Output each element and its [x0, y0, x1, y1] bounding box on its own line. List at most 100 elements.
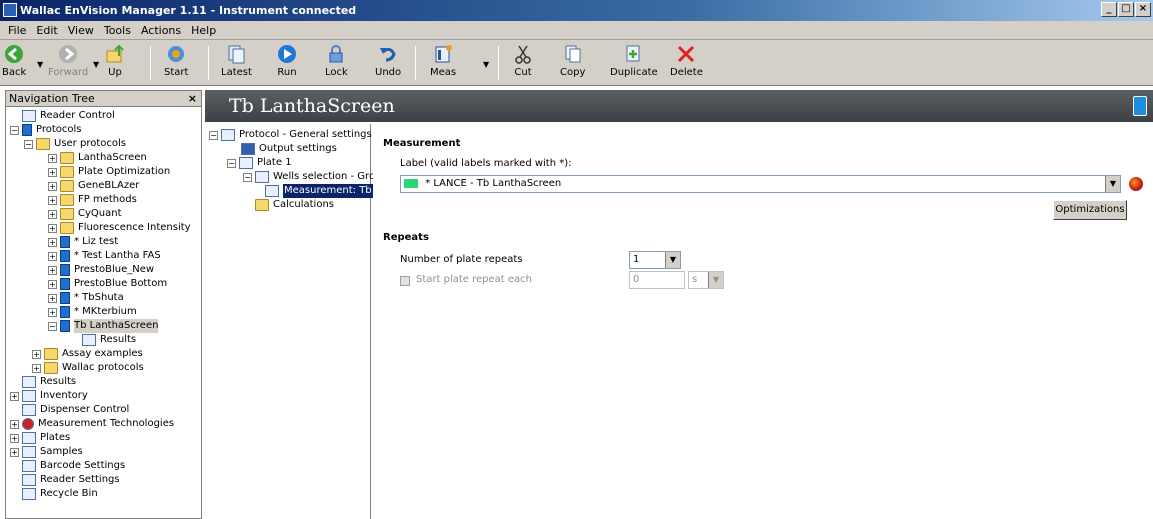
dispenser-icon: [22, 404, 36, 416]
start-repeat-input[interactable]: 0: [629, 271, 685, 289]
menu-tools[interactable]: Tools: [99, 24, 136, 37]
collapse-icon[interactable]: −: [243, 172, 252, 182]
start-button[interactable]: Start: [164, 43, 188, 83]
tree-item[interactable]: + * Liz test: [48, 235, 118, 249]
folder-icon: [60, 166, 74, 178]
forward-button[interactable]: Forward: [48, 43, 88, 83]
back-dropdown-icon[interactable]: ▼: [37, 60, 43, 69]
latest-button[interactable]: Latest: [221, 43, 252, 83]
expand-icon[interactable]: +: [48, 279, 57, 289]
expand-icon[interactable]: +: [48, 293, 57, 303]
menu-view[interactable]: View: [63, 24, 99, 37]
meas-button[interactable]: Meas: [430, 43, 456, 83]
tree-item[interactable]: + Plate Optimization: [48, 165, 170, 179]
recycle-bin-icon: [22, 488, 36, 500]
measurement-technology-icon[interactable]: [1129, 177, 1143, 191]
expand-icon[interactable]: +: [48, 209, 57, 219]
protocol-tree-item[interactable]: − Wells selection - Grou: [243, 170, 381, 184]
menu-help[interactable]: Help: [186, 24, 221, 37]
protocol-tree-item[interactable]: Calculations: [255, 198, 334, 212]
expand-icon[interactable]: +: [48, 153, 57, 163]
tree-item[interactable]: Results: [22, 375, 76, 389]
protocol-tree-item[interactable]: Output settings: [241, 142, 337, 156]
collapse-icon[interactable]: −: [48, 321, 57, 331]
expand-icon[interactable]: +: [48, 181, 57, 191]
expand-icon[interactable]: +: [48, 237, 57, 247]
close-nav-icon[interactable]: ×: [188, 91, 197, 106]
meas-dropdown-icon[interactable]: ▼: [483, 60, 489, 69]
lock-button[interactable]: Lock: [325, 43, 348, 83]
tree-item[interactable]: Recycle Bin: [22, 487, 98, 501]
tree-item[interactable]: + Inventory: [10, 389, 88, 403]
tree-item[interactable]: Dispenser Control: [22, 403, 129, 417]
tree-item[interactable]: + Measurement Technologies: [10, 417, 174, 431]
protocol-tree-item-selected[interactable]: Measurement: Tb: [265, 184, 373, 198]
expand-icon[interactable]: +: [48, 251, 57, 261]
expand-icon[interactable]: +: [10, 419, 19, 429]
duplicate-button[interactable]: Duplicate: [610, 43, 658, 83]
tree-item[interactable]: − Protocols: [10, 123, 82, 137]
delete-button[interactable]: Delete: [670, 43, 703, 83]
collapse-icon[interactable]: −: [209, 130, 218, 140]
plate-repeats-select[interactable]: 1 ▼: [629, 251, 681, 269]
tree-item[interactable]: + LanthaScreen: [48, 151, 147, 165]
tree-item[interactable]: Reader Control: [22, 109, 115, 123]
menu-actions[interactable]: Actions: [136, 24, 186, 37]
collapse-icon[interactable]: −: [10, 125, 19, 135]
expand-icon[interactable]: +: [32, 349, 41, 359]
tree-item[interactable]: + PrestoBlue_New: [48, 263, 154, 277]
expand-icon[interactable]: +: [48, 195, 57, 205]
menu-file[interactable]: File: [3, 24, 31, 37]
minimize-button[interactable]: _: [1101, 2, 1117, 17]
tree-item[interactable]: + GeneBLAzer: [48, 179, 139, 193]
expand-icon[interactable]: +: [48, 307, 57, 317]
expand-icon[interactable]: +: [48, 167, 57, 177]
start-repeat-label: Start plate repeat each: [416, 274, 533, 285]
protocol-tree-item[interactable]: − Protocol - General settings: [209, 128, 372, 142]
tree-item[interactable]: + Plates: [10, 431, 70, 445]
expand-icon[interactable]: +: [32, 363, 41, 373]
chevron-down-icon[interactable]: ▼: [665, 252, 680, 268]
protocol-icon: [60, 264, 70, 276]
undo-button[interactable]: Undo: [375, 43, 401, 83]
close-button[interactable]: ×: [1135, 2, 1151, 17]
back-button[interactable]: Back: [2, 43, 26, 83]
chevron-down-icon[interactable]: ▼: [708, 272, 723, 288]
cut-button[interactable]: Cut: [512, 43, 534, 83]
tree-item[interactable]: + * TbShuta: [48, 291, 124, 305]
tree-item[interactable]: + * MKterbium: [48, 305, 137, 319]
tree-item[interactable]: + Assay examples: [32, 347, 143, 361]
tree-item[interactable]: + Wallac protocols: [32, 361, 144, 375]
expand-icon[interactable]: +: [48, 223, 57, 233]
tree-item[interactable]: + Samples: [10, 445, 83, 459]
expand-icon[interactable]: +: [10, 391, 19, 401]
protocol-icon: [60, 236, 70, 248]
label-select[interactable]: * LANCE - Tb LanthaScreen ▼: [400, 175, 1121, 193]
tree-item[interactable]: Results: [82, 333, 136, 347]
expand-icon[interactable]: +: [10, 447, 19, 457]
copy-button[interactable]: Copy: [560, 43, 585, 83]
forward-dropdown-icon[interactable]: ▼: [93, 60, 99, 69]
optimizations-button[interactable]: Optimizations: [1053, 200, 1127, 220]
tree-item[interactable]: + CyQuant: [48, 207, 122, 221]
start-repeat-unit-select[interactable]: s ▼: [688, 271, 724, 289]
tree-item[interactable]: + * Test Lantha FAS: [48, 249, 161, 263]
chevron-down-icon[interactable]: ▼: [1105, 176, 1120, 192]
menu-edit[interactable]: Edit: [31, 24, 62, 37]
collapse-icon[interactable]: −: [227, 158, 236, 168]
collapse-icon[interactable]: −: [24, 139, 33, 149]
tree-item[interactable]: − User protocols: [24, 137, 126, 151]
up-button[interactable]: Up: [104, 43, 126, 83]
protocol-tree-item[interactable]: − Plate 1: [227, 156, 292, 170]
tree-item[interactable]: + PrestoBlue Bottom: [48, 277, 167, 291]
run-button[interactable]: Run: [276, 43, 298, 83]
tree-item-selected[interactable]: − Tb LanthaScreen: [48, 319, 159, 333]
maximize-button[interactable]: □: [1118, 2, 1134, 17]
expand-icon[interactable]: +: [10, 433, 19, 443]
tree-item[interactable]: Barcode Settings: [22, 459, 125, 473]
tree-item[interactable]: Reader Settings: [22, 473, 120, 487]
expand-icon[interactable]: +: [48, 265, 57, 275]
tree-item[interactable]: + Fluorescence Intensity: [48, 221, 191, 235]
start-repeat-checkbox[interactable]: [400, 276, 410, 286]
tree-item[interactable]: + FP methods: [48, 193, 137, 207]
